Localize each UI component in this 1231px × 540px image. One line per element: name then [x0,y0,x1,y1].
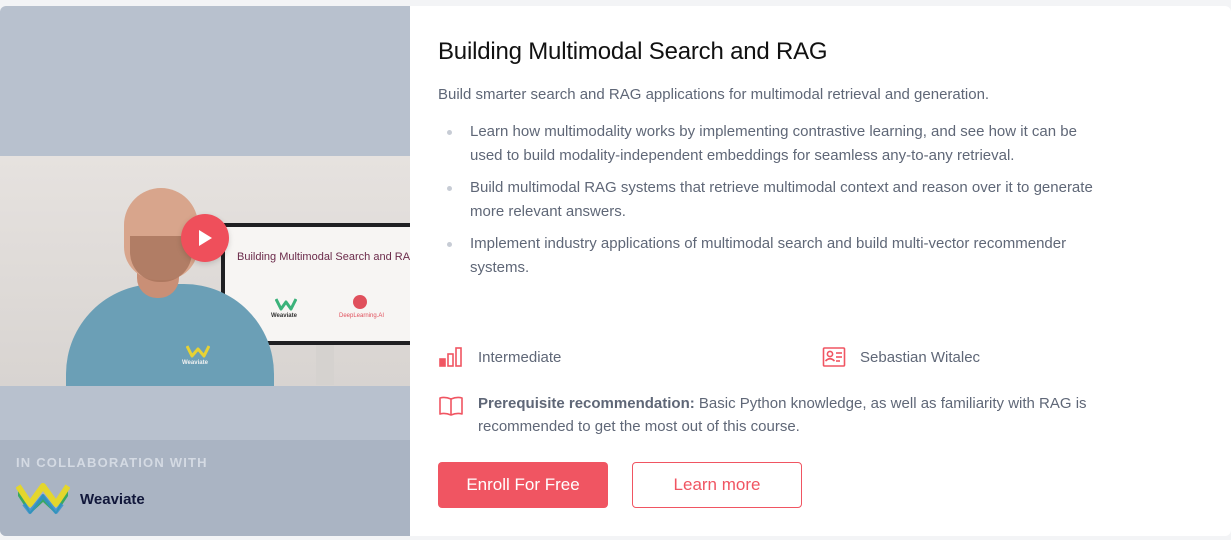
course-bullets: Learn how multimodality works by impleme… [438,120,1098,288]
deeplearning-logo-icon [353,295,367,309]
monitor-logo1-caption: Weaviate [271,313,297,319]
list-item: Learn how multimodality works by impleme… [438,120,1098,168]
list-item: Implement industry applications of multi… [438,232,1098,280]
shirt-logo-icon [186,345,210,358]
instructor-name: Sebastian Witalec [860,348,981,366]
weaviate-logo-icon [16,483,70,514]
play-icon [199,230,212,246]
monitor-stand [316,345,334,385]
prerequisite-text: Prerequisite recommendation: Basic Pytho… [478,392,1168,438]
course-details: Building Multimodal Search and RAG Build… [410,6,1231,536]
partner-name: Weaviate [80,491,145,508]
list-item: Build multimodal RAG systems that retrie… [438,176,1098,224]
course-card: Building Multimodal Search and RAG Weavi… [0,6,1231,536]
course-media-panel: Building Multimodal Search and RAG Weavi… [0,6,410,536]
monitor-title: Building Multimodal Search and RAG [237,251,410,263]
course-instructor: Sebastian Witalec [822,346,980,368]
book-icon [439,396,463,416]
course-subtitle: Build smarter search and RAG application… [438,86,990,103]
enroll-button[interactable]: Enroll For Free [438,462,608,508]
course-title: Building Multimodal Search and RAG [438,38,828,65]
prerequisite-recommendation: Prerequisite recommendation: Basic Pytho… [438,392,1168,438]
weaviate-logo-icon [275,298,297,311]
level-label: Intermediate [478,348,562,366]
play-button[interactable] [181,214,229,262]
level-bars-icon [439,347,462,367]
collaboration-section: IN COLLABORATION WITH Weaviate [0,440,410,536]
monitor-logo2-caption: DeepLearning.AI [339,313,385,319]
shirt-logo-caption: Weaviate [182,360,208,366]
prerequisite-label: Prerequisite recommendation: [478,395,695,412]
learn-more-button[interactable]: Learn more [632,462,802,508]
course-level: Intermediate [438,346,561,368]
collaboration-label: IN COLLABORATION WITH [16,455,208,470]
instructor-icon [822,347,846,367]
course-video-thumbnail[interactable]: Building Multimodal Search and RAG Weavi… [0,156,410,386]
